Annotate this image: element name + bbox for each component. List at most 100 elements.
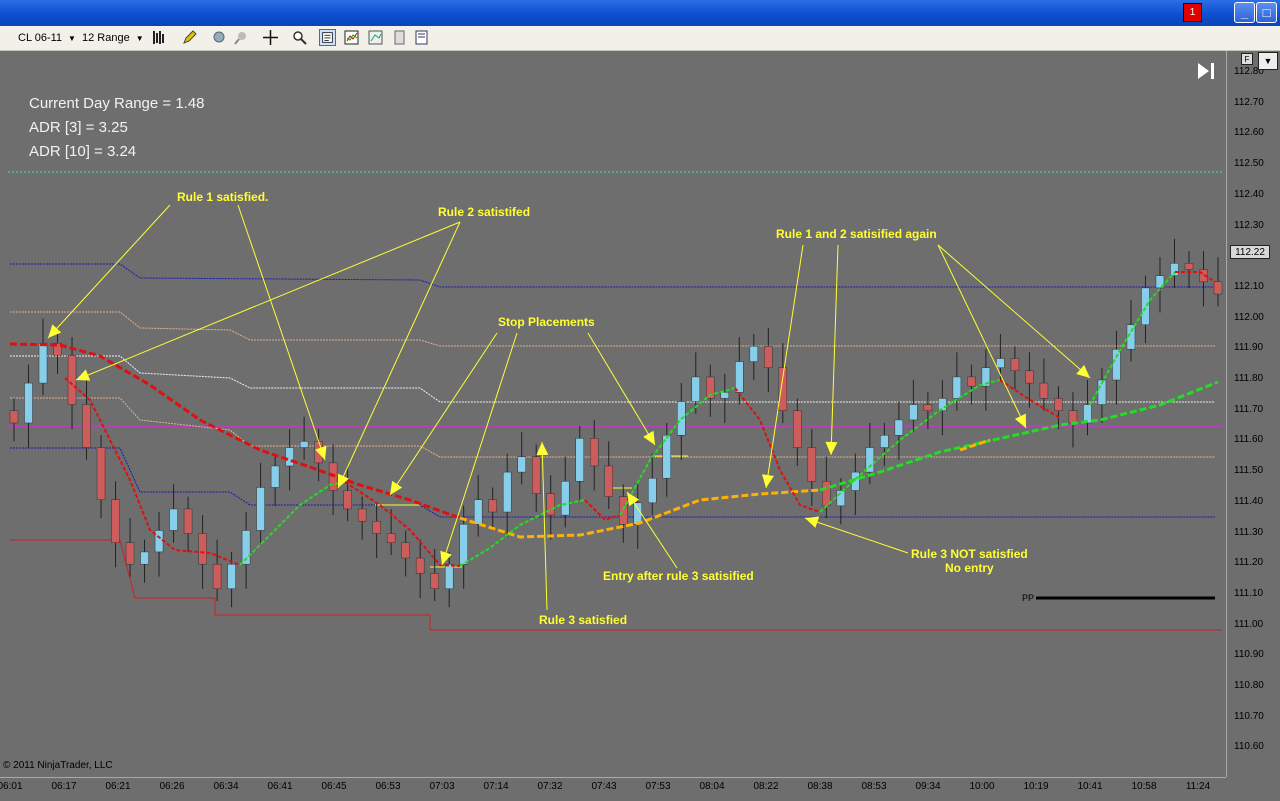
candle-body [691, 376, 701, 402]
candle-body [778, 367, 788, 411]
candle-body [38, 342, 48, 384]
y-tick-label: 110.70 [1234, 710, 1264, 722]
strategies-icon[interactable] [367, 29, 384, 46]
candle-body [764, 345, 773, 368]
templates-icon[interactable] [413, 29, 430, 46]
candle-body [967, 376, 976, 387]
candle-body [169, 508, 178, 531]
f-toggle-button[interactable]: F [1241, 53, 1253, 65]
candle-body [531, 456, 541, 494]
candle-body [1054, 398, 1063, 411]
y-tick-label: 111.20 [1234, 557, 1264, 569]
maximize-button[interactable]: □ [1256, 2, 1277, 23]
candle-body [952, 376, 962, 399]
annotation-arrow [237, 204, 326, 461]
candle-body [343, 490, 352, 510]
chart-toolbar: CL 06-11 ▼ 12 Range ▼ [0, 26, 1280, 51]
candle-body [125, 542, 135, 565]
zoom-icon[interactable] [291, 29, 308, 46]
ma-slow-line [819, 380, 1219, 492]
chevron-down-icon[interactable]: ▼ [1258, 52, 1278, 70]
scroll-to-end-icon[interactable] [1195, 61, 1219, 81]
candle-body [270, 465, 280, 488]
annotation-rule3-not: Rule 3 NOT satisfied No entry [911, 547, 1028, 575]
x-tick-label: 11:24 [1185, 781, 1211, 792]
candle-body [111, 499, 120, 543]
candle-body [285, 447, 294, 467]
instrument-label: CL 06-11 [18, 32, 63, 44]
candle-body [444, 563, 454, 590]
y-tick-label: 112.50 [1234, 158, 1264, 170]
candle-body [1010, 358, 1020, 372]
y-tick-label: 112.40 [1234, 188, 1264, 200]
properties-icon[interactable] [391, 29, 408, 46]
annotation-rule3: Rule 3 satisfied [539, 613, 628, 627]
y-tick-label: 111.80 [1234, 373, 1264, 384]
annotation-entry: Entry after rule 3 satisified [603, 569, 754, 583]
candle-body [1213, 281, 1223, 295]
x-tick-label: 06:34 [213, 781, 239, 792]
annotation-stop: Stop Placements [498, 315, 595, 329]
annotation-rule3-not-line1: Rule 3 NOT satisfied [911, 547, 1028, 561]
indicators-icon[interactable] [343, 29, 360, 46]
chevron-down-icon: ▼ [68, 33, 76, 43]
x-tick-label: 07:14 [483, 781, 509, 792]
candle-body [720, 392, 730, 399]
x-tick-label: 10:58 [1131, 781, 1157, 792]
ma-fast-line [999, 379, 1061, 419]
pin-icon[interactable] [233, 29, 250, 46]
y-tick-label: 111.00 [1234, 618, 1264, 630]
arrow-head [762, 474, 774, 488]
data-box-icon[interactable] [319, 29, 336, 46]
arrow-head [536, 442, 549, 456]
alert-badge[interactable]: 1 [1183, 3, 1202, 22]
level-line [10, 355, 1215, 403]
arrow-head [1076, 364, 1090, 378]
candle-body [82, 404, 91, 448]
candle-body [938, 398, 947, 411]
y-tick-label: 112.10 [1234, 280, 1264, 292]
crosshair-icon[interactable] [262, 29, 279, 46]
x-tick-label: 07:03 [429, 781, 455, 792]
minimize-button[interactable]: _ [1234, 2, 1255, 23]
pencil-draw-icon[interactable] [181, 29, 198, 46]
instrument-selector[interactable]: CL 06-11 ▼ [18, 26, 76, 50]
candle-body [227, 563, 236, 590]
candle-body [517, 456, 526, 473]
period-selector[interactable]: 12 Range ▼ [82, 26, 144, 50]
price-chart[interactable] [0, 51, 1226, 777]
candle-body [749, 345, 759, 362]
candle-body [256, 487, 265, 531]
y-tick-label: 111.40 [1234, 495, 1264, 507]
pivot-label: PP [1022, 593, 1035, 603]
candle-body [459, 524, 468, 565]
magnet-icon[interactable] [211, 29, 228, 46]
y-tick-label: 112.60 [1234, 127, 1264, 139]
candle-body [372, 520, 381, 534]
candle-body [996, 358, 1005, 368]
ma-fast-line [239, 481, 346, 566]
x-tick-label: 06:53 [375, 781, 401, 792]
candle-body [560, 481, 570, 516]
candle-body [604, 465, 613, 497]
candle-body [212, 563, 222, 590]
candle-body [633, 502, 643, 525]
arrow-head [390, 480, 403, 495]
price-levels [8, 171, 1224, 631]
chevron-down-icon: ▼ [135, 33, 144, 43]
candle-body [1184, 263, 1194, 270]
bar-type-icon[interactable] [151, 29, 168, 46]
time-axis[interactable]: 06:01 06:17 06:21 06:26 06:34 06:41 06:45 06:53… [0, 777, 1226, 801]
candle-body [488, 499, 497, 513]
ma-fast-line [1175, 271, 1216, 283]
price-axis[interactable]: 112.80 112.70 112.60 112.50 112.40 112.30 112.… [1226, 51, 1280, 777]
candle-body [807, 447, 817, 482]
y-tick-label: 111.50 [1234, 465, 1264, 477]
annotation-arrow [47, 204, 171, 339]
candle-body [793, 410, 802, 448]
annotation-arrow [75, 221, 461, 381]
y-tick-label: 111.90 [1234, 342, 1264, 354]
candle-body [9, 410, 19, 424]
y-tick-label: 111.30 [1234, 526, 1264, 538]
x-tick-label: 08:22 [753, 781, 779, 792]
